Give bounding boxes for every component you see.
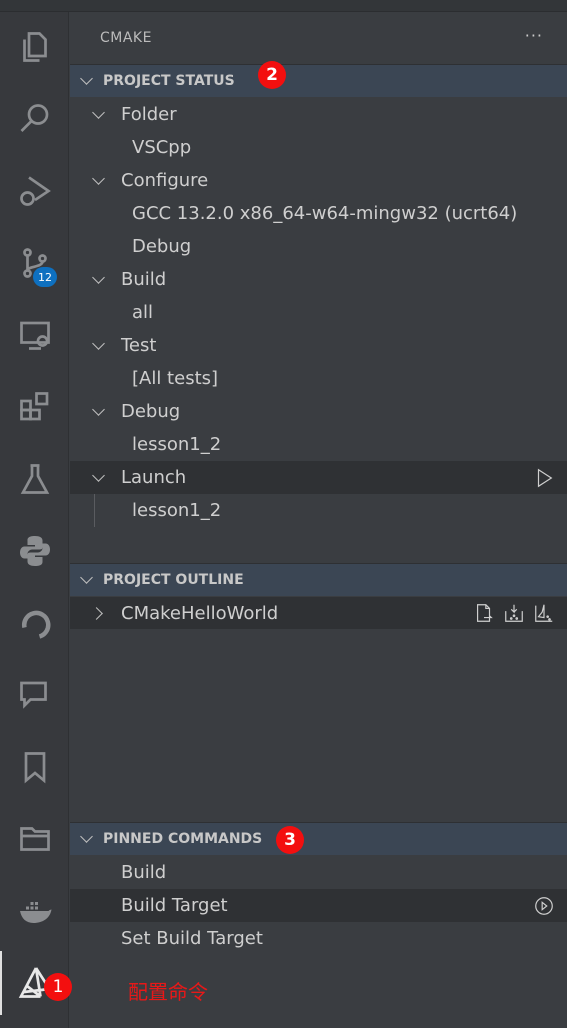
chevron-down-icon	[92, 270, 105, 284]
item-value: [All tests]	[132, 368, 219, 389]
tree-item-build[interactable]: Build	[70, 263, 567, 296]
item-label: Build Target	[121, 895, 228, 916]
sidebar-title: CMAKE	[100, 30, 152, 46]
source-control-icon[interactable]: 12	[0, 231, 69, 295]
testing-icon[interactable]	[0, 447, 69, 511]
tree-item-build-value[interactable]: all	[70, 296, 567, 329]
tree-item-kit[interactable]: GCC 13.2.0 x86_64-w64-mingw32 (ucrt64)	[70, 197, 567, 230]
pinned-commands-header[interactable]: PINNED COMMANDS 3	[70, 822, 567, 855]
chat-icon[interactable]	[0, 663, 69, 727]
extensions-icon[interactable]	[0, 375, 69, 439]
item-label: Launch	[121, 467, 187, 488]
scm-badge: 12	[33, 267, 57, 287]
build-all-icon[interactable]	[503, 602, 525, 624]
clean-icon[interactable]	[533, 602, 555, 624]
project-outline-header[interactable]: PROJECT OUTLINE	[70, 563, 567, 596]
tree-item-test[interactable]: Test	[70, 329, 567, 362]
item-value: all	[132, 302, 154, 323]
item-value: VSCpp	[132, 137, 192, 158]
tree-item-debug[interactable]: Debug	[70, 395, 567, 428]
search-icon[interactable]	[0, 87, 69, 151]
item-label: Build	[121, 269, 167, 290]
tree-item-test-value[interactable]: [All tests]	[70, 362, 567, 395]
indent-guide	[94, 494, 95, 527]
more-actions-button[interactable]: ···	[525, 26, 543, 45]
open-file-icon[interactable]	[473, 602, 495, 624]
item-label: Configure	[121, 170, 209, 191]
run-command-button[interactable]	[533, 895, 555, 917]
chevron-down-icon	[80, 571, 93, 584]
launch-run-button[interactable]	[533, 467, 555, 489]
outline-item-project[interactable]: CMakeHelloWorld	[70, 597, 567, 629]
item-label: CMakeHelloWorld	[121, 602, 279, 624]
section-title: PINNED COMMANDS	[103, 831, 263, 847]
remote-icon[interactable]	[0, 591, 69, 655]
chevron-down-icon	[80, 830, 93, 843]
tree-item-launch[interactable]: Launch	[70, 461, 567, 494]
chevron-down-icon	[92, 402, 105, 416]
section-title: PROJECT STATUS	[103, 73, 235, 89]
item-label: Build	[121, 862, 167, 883]
bookmark-icon[interactable]	[0, 735, 69, 799]
item-value: GCC 13.2.0 x86_64-w64-mingw32 (ucrt64)	[132, 203, 518, 224]
play-icon	[537, 468, 553, 487]
remote-explorer-icon[interactable]	[0, 303, 69, 367]
python-icon[interactable]	[0, 519, 69, 583]
tree-item-variant[interactable]: Debug	[70, 230, 567, 263]
annotation-text: 配置命令	[128, 980, 208, 1004]
item-value: Debug	[132, 236, 192, 257]
chevron-right-icon	[90, 606, 103, 620]
pinned-command-build-target[interactable]: Build Target	[70, 889, 567, 922]
pinned-command-set-build-target[interactable]: Set Build Target	[70, 922, 567, 955]
explorer-icon[interactable]	[0, 15, 69, 79]
chevron-down-icon	[92, 171, 105, 185]
tree-item-debug-value[interactable]: lesson1_2	[70, 428, 567, 461]
chevron-down-icon	[92, 105, 105, 119]
activity-bar: 12 1	[0, 12, 72, 1028]
item-label: Test	[121, 335, 157, 356]
annotation-marker-3: 3	[276, 826, 304, 854]
tree-item-folder-value[interactable]: VSCpp	[70, 131, 567, 164]
run-debug-icon[interactable]	[0, 159, 69, 223]
annotation-marker-1: 1	[44, 973, 72, 1001]
cmake-icon[interactable]: 1	[0, 951, 72, 1015]
item-label: Set Build Target	[121, 928, 263, 949]
pinned-command-build[interactable]: Build	[70, 856, 567, 889]
chevron-down-icon	[92, 468, 105, 482]
play-circle-icon	[535, 896, 553, 915]
annotation-marker-2: 2	[258, 61, 286, 89]
section-title: PROJECT OUTLINE	[103, 572, 244, 588]
project-status-header[interactable]: PROJECT STATUS 2	[70, 61, 567, 97]
item-value: lesson1_2	[132, 500, 222, 521]
cmake-sidebar: CMAKE ··· PROJECT STATUS 2 Folder VSCpp …	[70, 12, 567, 1028]
item-label: Folder	[121, 104, 177, 125]
title-strip	[0, 0, 567, 12]
tree-item-launch-value[interactable]: lesson1_2	[70, 494, 567, 527]
chevron-down-icon	[92, 336, 105, 350]
docker-icon[interactable]	[0, 879, 69, 943]
tree-item-configure[interactable]: Configure	[70, 164, 567, 197]
folder-icon[interactable]	[0, 807, 69, 871]
chevron-down-icon	[80, 72, 93, 85]
item-label: Debug	[121, 401, 181, 422]
item-value: lesson1_2	[132, 434, 222, 455]
tree-item-folder[interactable]: Folder	[70, 98, 567, 131]
